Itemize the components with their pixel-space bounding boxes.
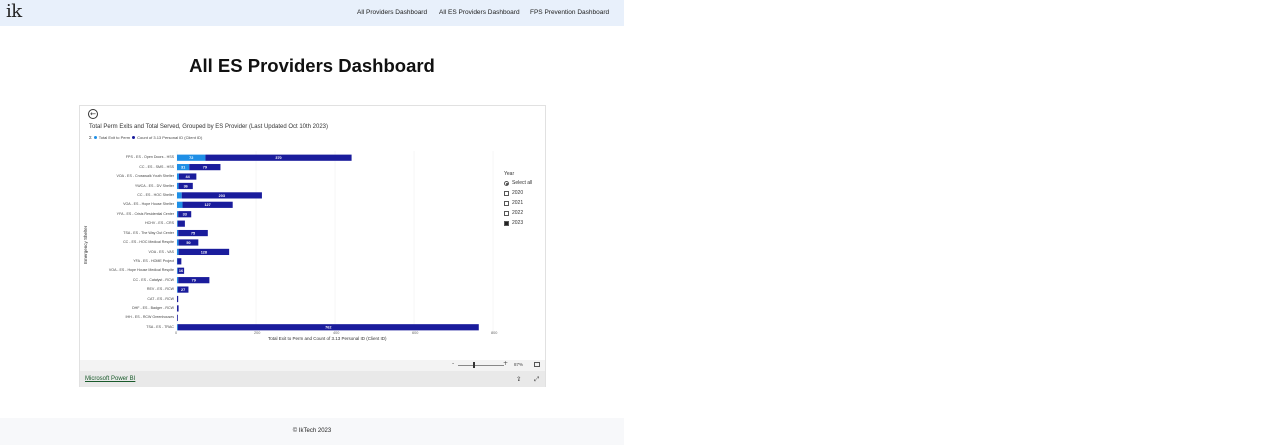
zoom-slider-track[interactable]: [458, 365, 504, 366]
zoom-bar: - + 87%: [80, 360, 545, 371]
checkbox-icon: [504, 190, 509, 196]
bar-exit-to-perm[interactable]: [177, 277, 179, 284]
bar-exit-to-perm[interactable]: [177, 192, 182, 199]
copyright-text: © IkTech 2023: [292, 428, 332, 434]
year-option-2022[interactable]: 2022: [504, 210, 523, 216]
bar-data-label: 203: [219, 194, 225, 198]
bar-client-count[interactable]: [177, 258, 182, 265]
x-tick-label: 600: [412, 331, 419, 335]
nav-link-all-providers[interactable]: All Providers Dashboard: [357, 9, 427, 16]
bar-exit-to-perm[interactable]: [177, 239, 179, 246]
bar-data-label: 79: [192, 279, 196, 283]
site-footer: © IkTech 2023: [0, 418, 624, 445]
bar-exit-to-perm[interactable]: [177, 229, 179, 237]
bar-exit-to-perm[interactable]: [177, 201, 183, 208]
share-icon[interactable]: ⇪: [516, 375, 521, 383]
powerbi-link[interactable]: Microsoft Power BI: [85, 376, 135, 382]
bar-data-label: 36: [184, 184, 188, 188]
bar-data-label: 50: [186, 241, 190, 245]
page-title: All ES Providers Dashboard: [189, 55, 435, 76]
bar-exit-to-perm[interactable]: [177, 324, 178, 331]
year-option-2021[interactable]: 2021: [504, 200, 523, 206]
expand-icon[interactable]: ⤢: [534, 375, 539, 384]
bar-data-label: 79: [203, 166, 207, 170]
bar-exit-to-perm[interactable]: [177, 173, 179, 180]
x-axis-title: Total Exit to Perm and Count of 3.13 Per…: [268, 336, 387, 341]
x-tick-label: 0: [175, 331, 178, 335]
bar-chart: 72 37031 794436203127337550128167927762: [176, 151, 494, 332]
site-logo[interactable]: ik: [6, 1, 22, 22]
bar-client-count[interactable]: [177, 314, 178, 321]
bar-exit-to-perm[interactable]: [177, 267, 178, 274]
zoom-level: 87%: [514, 362, 524, 367]
radio-icon: [504, 180, 509, 186]
bar-exit-to-perm[interactable]: [177, 182, 179, 190]
bar-data-label: 72: [189, 156, 193, 160]
bar-data-label: 33: [183, 213, 187, 217]
bar-data-label: 75: [191, 231, 195, 235]
bar-exit-to-perm[interactable]: [177, 248, 179, 256]
year-option-label: 2022: [512, 210, 524, 216]
checkbox-icon: [504, 200, 509, 206]
year-option-2020[interactable]: 2020: [504, 190, 523, 196]
x-tick-label: 200: [254, 331, 261, 335]
fit-to-page-icon[interactable]: [534, 362, 540, 367]
page: ik All Providers Dashboard All ES Provid…: [0, 0, 624, 445]
year-option-2023[interactable]: 2023: [504, 220, 523, 226]
zoom-out-button[interactable]: -: [452, 360, 454, 367]
top-navbar: ik All Providers Dashboard All ES Provid…: [0, 0, 624, 26]
powerbi-footer-bar: Microsoft Power BI ⇪ ⤢: [80, 371, 545, 387]
bar-data-label: 128: [201, 250, 207, 254]
year-option-label: 2020: [512, 190, 524, 196]
year-option-select-all[interactable]: Select all: [504, 180, 532, 186]
checkbox-icon: [504, 210, 509, 216]
bar-data-label: 27: [181, 288, 185, 292]
nav-link-all-es-providers[interactable]: All ES Providers Dashboard: [439, 9, 520, 16]
bar-client-count[interactable]: [177, 220, 185, 227]
bar-data-label: 762: [325, 326, 331, 330]
bar-exit-to-perm[interactable]: [177, 220, 178, 227]
bar-data-label: 31: [181, 166, 185, 170]
bar-exit-to-perm[interactable]: [177, 211, 179, 218]
powerbi-report-embed: ← Total Perm Exits and Total Served, Gro…: [79, 105, 546, 387]
year-option-label: 2021: [512, 200, 524, 206]
bar-data-label: 16: [179, 269, 183, 273]
x-tick-label: 800: [491, 331, 498, 335]
year-slicer-title: Year: [504, 171, 515, 177]
zoom-in-button[interactable]: +: [503, 360, 508, 367]
checkbox-checked-icon: [504, 220, 509, 226]
year-option-label: 2023: [512, 220, 524, 226]
bar-data-label: 127: [204, 203, 210, 207]
x-tick-label: 400: [333, 331, 340, 335]
bar-client-count[interactable]: [177, 295, 179, 303]
zoom-slider-handle[interactable]: [473, 362, 475, 368]
bar-data-label: 370: [275, 156, 281, 160]
nav-link-fps-prevention[interactable]: FPS Prevention Dashboard: [530, 9, 609, 16]
year-option-label: Select all: [512, 180, 533, 186]
bar-client-count[interactable]: [177, 305, 179, 312]
bar-exit-to-perm[interactable]: [177, 286, 178, 293]
